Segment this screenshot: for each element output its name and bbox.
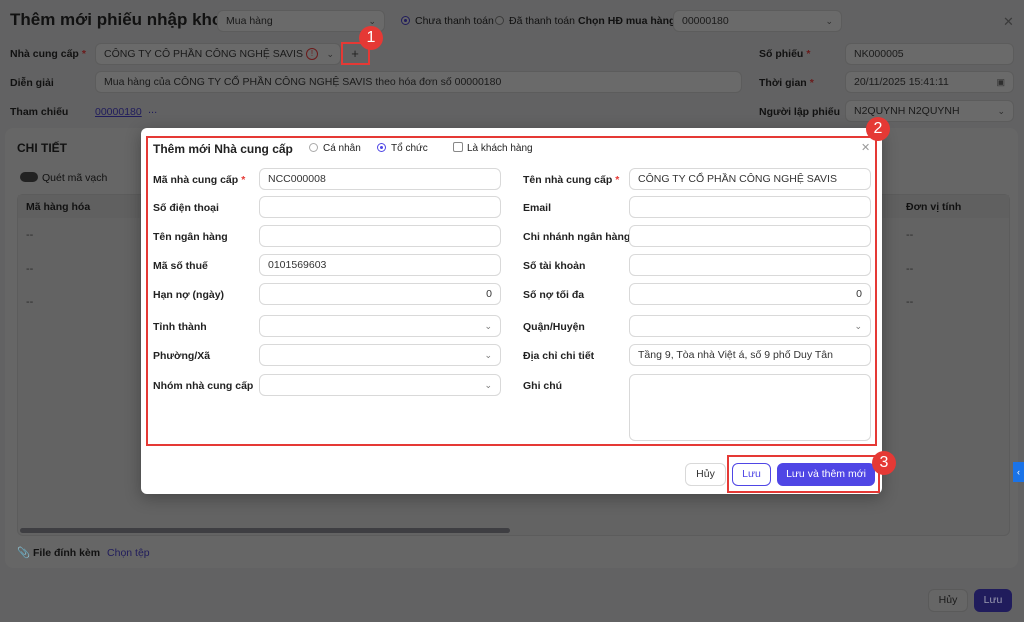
supplier-label: Nhà cung cấp * bbox=[10, 48, 86, 60]
table-cell: -- bbox=[26, 229, 34, 241]
payment-radio-paid[interactable]: Đã thanh toán bbox=[495, 15, 575, 27]
annotation-box-2 bbox=[146, 136, 877, 446]
horizontal-scrollbar[interactable] bbox=[20, 528, 510, 533]
barcode-toggle-label: Quét mã vạch bbox=[42, 172, 108, 184]
page-save-button[interactable]: Lưu bbox=[974, 589, 1012, 612]
table-cell: -- bbox=[26, 263, 34, 275]
page-cancel-button[interactable]: Hủy bbox=[928, 589, 968, 612]
description-input[interactable]: Mua hàng của CÔNG TY CỔ PHẦN CÔNG NGHỆ S… bbox=[95, 71, 742, 93]
calendar-icon: ▣ bbox=[996, 77, 1005, 87]
voucher-type-value: Mua hàng bbox=[226, 15, 273, 27]
table-cell: -- bbox=[906, 229, 914, 241]
radio-icon bbox=[495, 16, 504, 25]
table-cell: -- bbox=[906, 263, 914, 275]
voucher-no-label: Số phiếu * bbox=[759, 48, 811, 60]
barcode-toggle[interactable]: Quét mã vạch bbox=[20, 172, 107, 184]
attachment-label: File đính kèm bbox=[33, 547, 101, 559]
annotation-badge-3: 3 bbox=[872, 451, 896, 475]
detail-title: CHI TIẾT bbox=[17, 141, 67, 155]
table-cell: -- bbox=[26, 296, 34, 308]
reference-label: Tham chiếu bbox=[10, 106, 69, 118]
creator-value: N2QUYNH N2QUYNH bbox=[854, 105, 960, 117]
radio-icon bbox=[401, 16, 410, 25]
time-input[interactable]: 20/11/2025 15:41:11 ▣ bbox=[845, 71, 1014, 93]
toggle-switch[interactable] bbox=[20, 172, 38, 182]
voucher-type-select[interactable]: Mua hàng ⌄ bbox=[217, 10, 385, 32]
creator-label: Người lập phiếu bbox=[759, 106, 840, 118]
side-panel-toggle[interactable]: ‹ bbox=[1013, 462, 1024, 482]
chevron-down-icon: ⌄ bbox=[825, 16, 833, 26]
purchase-invoice-label: Chọn HĐ mua hàng bbox=[578, 15, 676, 27]
time-value: 20/11/2025 15:41:11 bbox=[854, 76, 949, 88]
time-label: Thời gian * bbox=[759, 77, 814, 89]
supplier-select[interactable]: CÔNG TY CÔ PHẦN CÔNG NGHỆ SAVIS ⌄! bbox=[95, 43, 341, 65]
warning-icon: ! bbox=[306, 48, 318, 60]
column-header: Mã hàng hóa bbox=[26, 201, 91, 213]
radio-label: Chưa thanh toán bbox=[415, 15, 494, 27]
column-header: Đơn vị tính bbox=[906, 201, 962, 213]
supplier-value: CÔNG TY CÔ PHẦN CÔNG NGHỆ SAVIS bbox=[104, 48, 303, 60]
purchase-invoice-value: 00000180 bbox=[682, 15, 729, 27]
annotation-badge-1: 1 bbox=[359, 26, 383, 50]
paperclip-icon: 📎 bbox=[17, 547, 31, 559]
attachment: 📎 File đính kèm Chọn tệp bbox=[17, 546, 150, 559]
chevron-down-icon: ⌄ bbox=[997, 106, 1005, 116]
modal-cancel-button[interactable]: Hủy bbox=[685, 463, 726, 486]
voucher-no-input[interactable]: NK000005 bbox=[845, 43, 1014, 65]
table-cell: -- bbox=[906, 296, 914, 308]
purchase-invoice-select[interactable]: 00000180 ⌄ bbox=[673, 10, 842, 32]
description-label: Diễn giải bbox=[10, 77, 54, 89]
choose-file-link[interactable]: Chọn tệp bbox=[107, 547, 150, 559]
reference-more[interactable]: ... bbox=[148, 104, 157, 116]
annotation-box-3 bbox=[727, 455, 880, 493]
page-title: Thêm mới phiếu nhập kho bbox=[10, 10, 223, 29]
close-icon[interactable]: ✕ bbox=[1003, 14, 1014, 30]
payment-radio-unpaid[interactable]: Chưa thanh toán bbox=[401, 15, 494, 27]
chevron-down-icon: ⌄ bbox=[326, 49, 334, 59]
reference-link[interactable]: 00000180 bbox=[95, 106, 142, 118]
radio-label: Đã thanh toán bbox=[509, 15, 575, 27]
annotation-badge-2: 2 bbox=[866, 117, 890, 141]
